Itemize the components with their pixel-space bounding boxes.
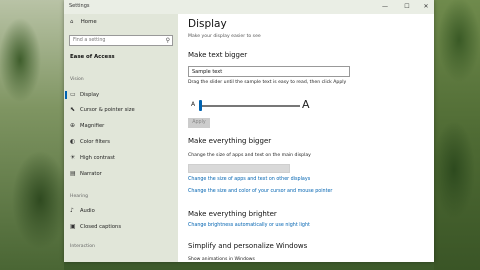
apply-button[interactable]: Apply bbox=[188, 118, 210, 128]
sidebar-item-cursor[interactable]: ⬉ Cursor & pointer size bbox=[64, 104, 178, 116]
animations-label: Show animations in Windows bbox=[188, 257, 255, 262]
high-contrast-icon: ☀ bbox=[70, 154, 76, 161]
window-title: Settings bbox=[69, 3, 90, 9]
cursor-icon: ⬉ bbox=[70, 106, 76, 113]
heading-everything-brighter: Make everything brighter bbox=[188, 210, 277, 218]
text-size-slider-track[interactable] bbox=[200, 105, 300, 107]
desktop-wallpaper-left bbox=[0, 0, 64, 270]
sidebar-item-label: Audio bbox=[80, 208, 95, 214]
close-button[interactable]: ✕ bbox=[419, 2, 433, 12]
sidebar-item-label: Closed captions bbox=[80, 224, 122, 230]
link-brightness[interactable]: Change brightness automatically or use n… bbox=[188, 223, 310, 228]
text-size-slider-thumb[interactable] bbox=[199, 100, 202, 111]
display-icon: ▭ bbox=[70, 91, 76, 98]
sidebar-item-display[interactable]: ▭ Display bbox=[64, 89, 178, 101]
group-label-hearing: Hearing bbox=[70, 194, 89, 199]
heading-text-bigger: Make text bigger bbox=[188, 51, 248, 59]
text-size-instruction: Drag the slider until the sample text is… bbox=[188, 80, 347, 85]
sidebar-item-label: Magnifier bbox=[80, 123, 105, 129]
narrator-icon: ▤ bbox=[70, 170, 76, 177]
audio-icon: ♪ bbox=[70, 207, 74, 214]
slider-big-a-label: A bbox=[302, 98, 310, 111]
group-label-vision: Vision bbox=[70, 77, 84, 82]
group-label-interaction: Interaction bbox=[70, 244, 95, 249]
sidebar-item-audio[interactable]: ♪ Audio bbox=[64, 205, 178, 217]
heading-simplify: Simplify and personalize Windows bbox=[188, 242, 308, 250]
sidebar-item-label: Cursor & pointer size bbox=[80, 107, 135, 113]
heading-everything-bigger: Make everything bigger bbox=[188, 137, 272, 145]
sidebar-item-label: High contrast bbox=[80, 155, 115, 161]
content-pane: Display Make your display easier to see … bbox=[178, 14, 434, 262]
search-placeholder: Find a setting bbox=[73, 38, 106, 43]
sidebar-item-closed-captions[interactable]: ▣ Closed captions bbox=[64, 221, 178, 233]
scale-description: Change the size of apps and text on the … bbox=[188, 153, 311, 158]
nav-home[interactable]: ⌂ Home bbox=[70, 19, 97, 25]
title-bar[interactable]: Settings — ☐ ✕ bbox=[64, 0, 434, 14]
search-icon[interactable]: ⚲ bbox=[166, 37, 170, 44]
slider-small-a-label: A bbox=[191, 101, 196, 108]
link-cursor-pointer[interactable]: Change the size and color of your cursor… bbox=[188, 189, 332, 194]
sidebar-item-magnifier[interactable]: ⊕ Magnifier bbox=[64, 120, 178, 132]
sidebar-item-narrator[interactable]: ▤ Narrator bbox=[64, 168, 178, 180]
sidebar-item-high-contrast[interactable]: ☀ High contrast bbox=[64, 152, 178, 164]
link-other-displays[interactable]: Change the size of apps and text on othe… bbox=[188, 177, 310, 182]
sample-text: Sample text bbox=[192, 69, 223, 75]
minimize-button[interactable]: — bbox=[378, 2, 392, 12]
color-filters-icon: ◐ bbox=[70, 138, 76, 145]
sidebar-item-label: Narrator bbox=[80, 171, 102, 177]
sidebar-item-label: Display bbox=[80, 92, 100, 98]
desktop-wallpaper-right bbox=[434, 0, 480, 270]
nav-home-label: Home bbox=[80, 19, 97, 25]
scale-dropdown[interactable] bbox=[188, 164, 290, 173]
maximize-button[interactable]: ☐ bbox=[400, 2, 414, 12]
home-icon: ⌂ bbox=[70, 19, 74, 25]
sidebar-item-color-filters[interactable]: ◐ Color filters bbox=[64, 136, 178, 148]
closed-captions-icon: ▣ bbox=[70, 223, 76, 230]
settings-window: Settings — ☐ ✕ ⌂ Home Find a setting ⚲ E… bbox=[64, 0, 434, 262]
search-box[interactable]: Find a setting ⚲ bbox=[69, 35, 173, 46]
sample-text-box: Sample text bbox=[188, 66, 350, 77]
sidebar: ⌂ Home Find a setting ⚲ Ease of Access V… bbox=[64, 14, 178, 262]
page-subtitle: Make your display easier to see bbox=[188, 34, 261, 39]
page-title: Display bbox=[188, 18, 227, 30]
sidebar-item-label: Color filters bbox=[80, 139, 110, 145]
magnifier-icon: ⊕ bbox=[70, 122, 76, 129]
section-title: Ease of Access bbox=[70, 54, 115, 60]
